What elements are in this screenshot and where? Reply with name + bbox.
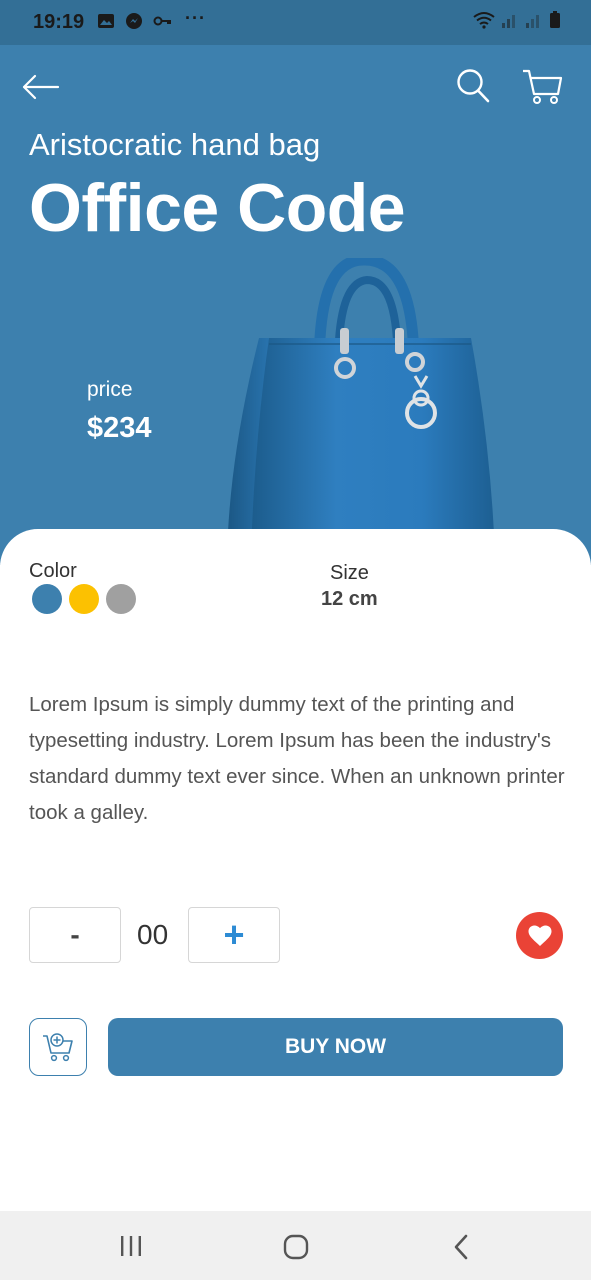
signal-icon <box>526 15 539 28</box>
recent-apps-icon[interactable] <box>119 1235 143 1257</box>
arrow-left-icon <box>22 74 60 100</box>
wifi-icon <box>473 12 495 29</box>
search-icon <box>457 69 490 103</box>
battery-icon <box>550 11 560 28</box>
color-swatch-yellow[interactable] <box>69 584 99 614</box>
color-label: Color <box>29 560 77 582</box>
status-icons-left <box>97 12 173 30</box>
status-time: 19:19 <box>33 11 85 33</box>
cart-add-icon <box>43 1033 73 1062</box>
back-button[interactable] <box>20 70 62 104</box>
product-details-sheet: Color Size 12 cm Lorem Ipsum is simply d… <box>0 529 591 1211</box>
size-label: Size <box>330 562 369 584</box>
size-value: 12 cm <box>321 588 378 610</box>
signal-icon <box>502 15 515 28</box>
quantity-increase-button[interactable]: + <box>188 907 280 963</box>
product-image <box>227 258 495 562</box>
price-label: price <box>87 378 133 401</box>
favorite-button[interactable] <box>516 912 563 959</box>
quantity-value: 00 <box>137 919 169 950</box>
price-value: $234 <box>87 412 152 444</box>
quantity-decrease-button[interactable]: - <box>29 907 121 963</box>
gallery-icon <box>98 14 114 28</box>
cart-button[interactable] <box>521 67 563 107</box>
color-swatch-blue[interactable] <box>32 584 62 614</box>
color-swatches <box>32 584 136 614</box>
product-title: Office Code <box>29 170 406 246</box>
color-swatch-gray[interactable] <box>106 584 136 614</box>
product-description: Lorem Ipsum is simply dummy text of the … <box>29 693 565 824</box>
home-icon[interactable] <box>283 1234 309 1260</box>
status-more-dots: ··· <box>185 8 206 28</box>
heart-icon <box>528 925 551 946</box>
status-bar: 19:19 ··· <box>0 0 591 45</box>
back-icon[interactable] <box>451 1233 471 1261</box>
system-navigation-bar <box>0 1211 591 1280</box>
buy-now-button[interactable]: BUY NOW <box>108 1018 563 1076</box>
messenger-icon <box>126 13 142 29</box>
cart-icon <box>523 69 563 104</box>
status-icons-right <box>473 11 561 29</box>
key-icon <box>153 16 171 26</box>
search-button[interactable] <box>455 67 491 105</box>
product-hero: Aristocratic hand bag Office Code price … <box>0 45 591 565</box>
product-subtitle: Aristocratic hand bag <box>29 127 321 162</box>
add-to-cart-button[interactable] <box>29 1018 87 1076</box>
